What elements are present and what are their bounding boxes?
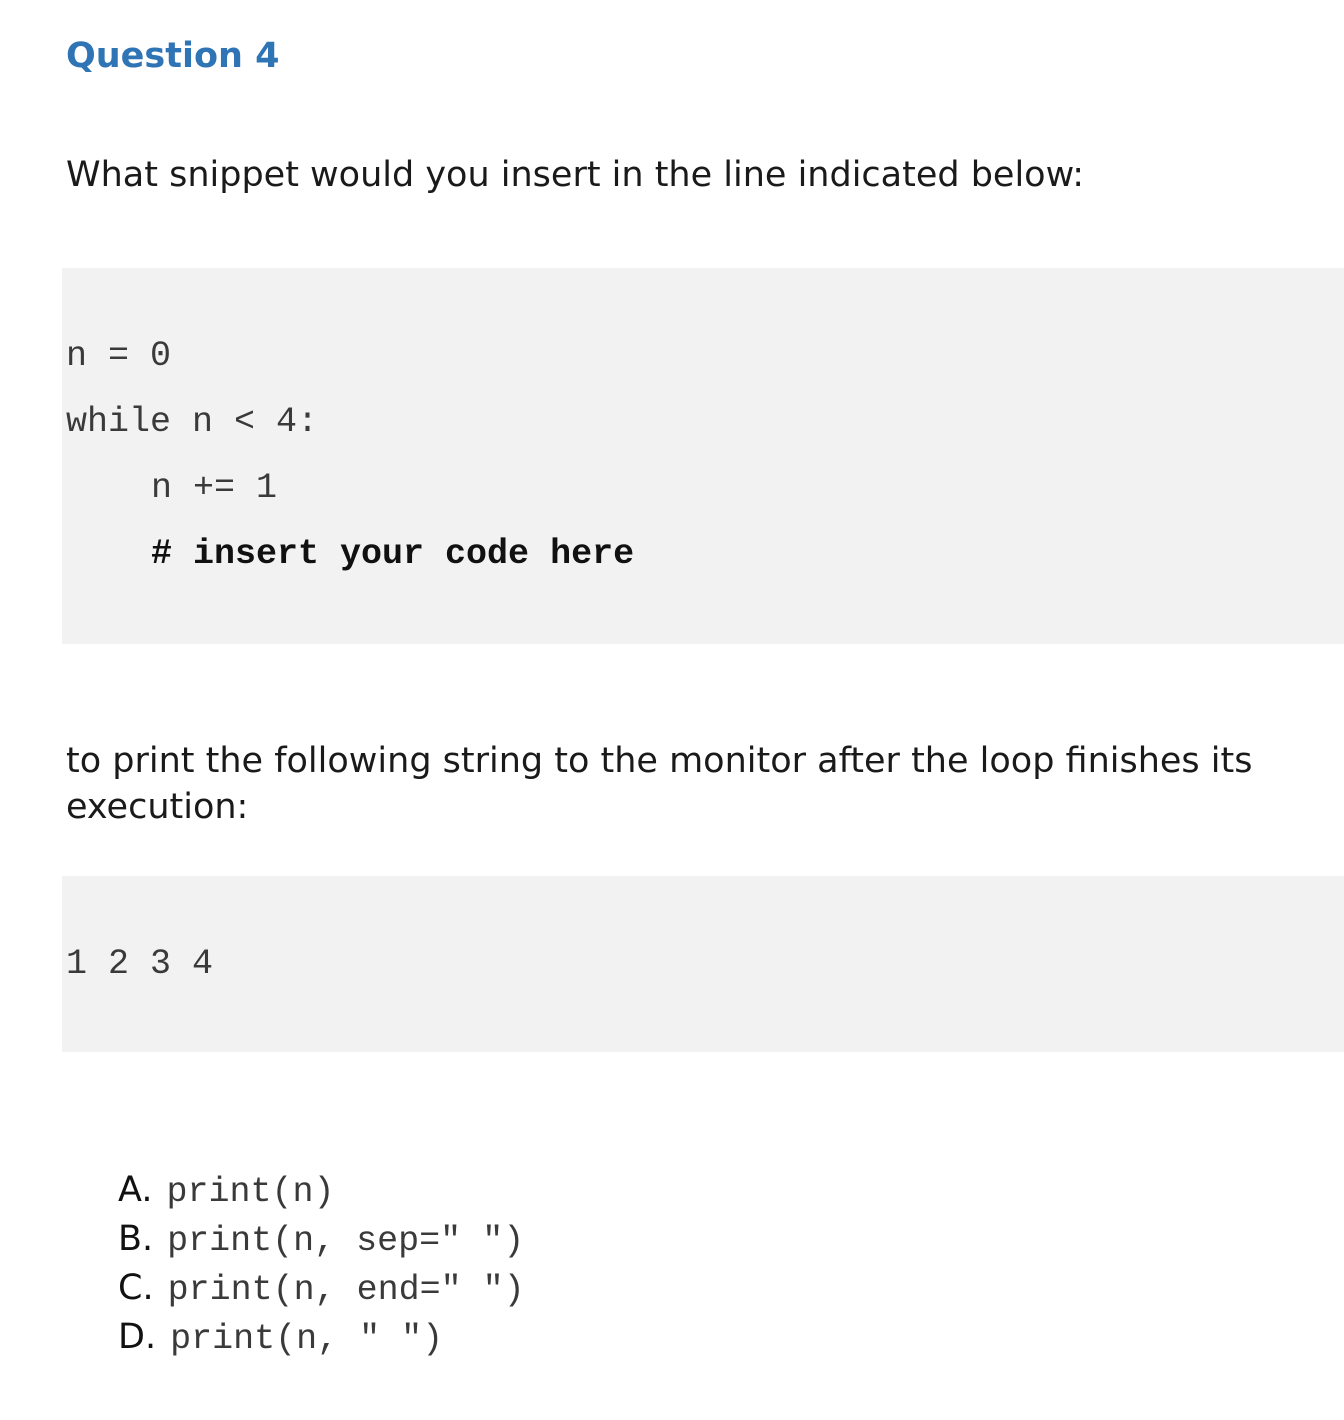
code-line-increment: n += 1 xyxy=(151,468,278,508)
expected-output: 1 2 3 4 xyxy=(66,944,214,984)
answer-code: print(n) xyxy=(166,1172,335,1212)
answer-code: print(n, " ") xyxy=(170,1319,444,1359)
answer-letter: D. xyxy=(118,1317,157,1357)
answer-option-d[interactable]: D. print(n, " ") xyxy=(118,1317,525,1366)
answer-options: A. print(n) B. print(n, sep=" ") C. prin… xyxy=(118,1170,525,1366)
answer-option-c[interactable]: C. print(n, end=" ") xyxy=(118,1268,525,1317)
answer-code: print(n, sep=" ") xyxy=(167,1221,525,1261)
question-prompt: What snippet would you insert in the lin… xyxy=(66,155,1085,195)
code-line-while: while n < 4: xyxy=(66,402,319,442)
question-followup: to print the following string to the mon… xyxy=(66,741,1253,827)
answer-code: print(n, end=" ") xyxy=(167,1270,525,1310)
answer-letter: C. xyxy=(118,1268,154,1308)
expected-output-block: 1 2 3 4 xyxy=(62,876,1344,1052)
code-line-init: n = 0 xyxy=(66,336,172,376)
answer-letter: B. xyxy=(118,1219,154,1259)
answer-option-a[interactable]: A. print(n) xyxy=(118,1170,525,1219)
answer-option-b[interactable]: B. print(n, sep=" ") xyxy=(118,1219,525,1268)
code-line-insert-comment: # insert your code here xyxy=(151,534,635,574)
question-title: Question 4 xyxy=(66,36,280,76)
answer-letter: A. xyxy=(118,1170,153,1210)
code-snippet-block: n = 0 while n < 4: n += 1 # insert your … xyxy=(62,268,1344,644)
